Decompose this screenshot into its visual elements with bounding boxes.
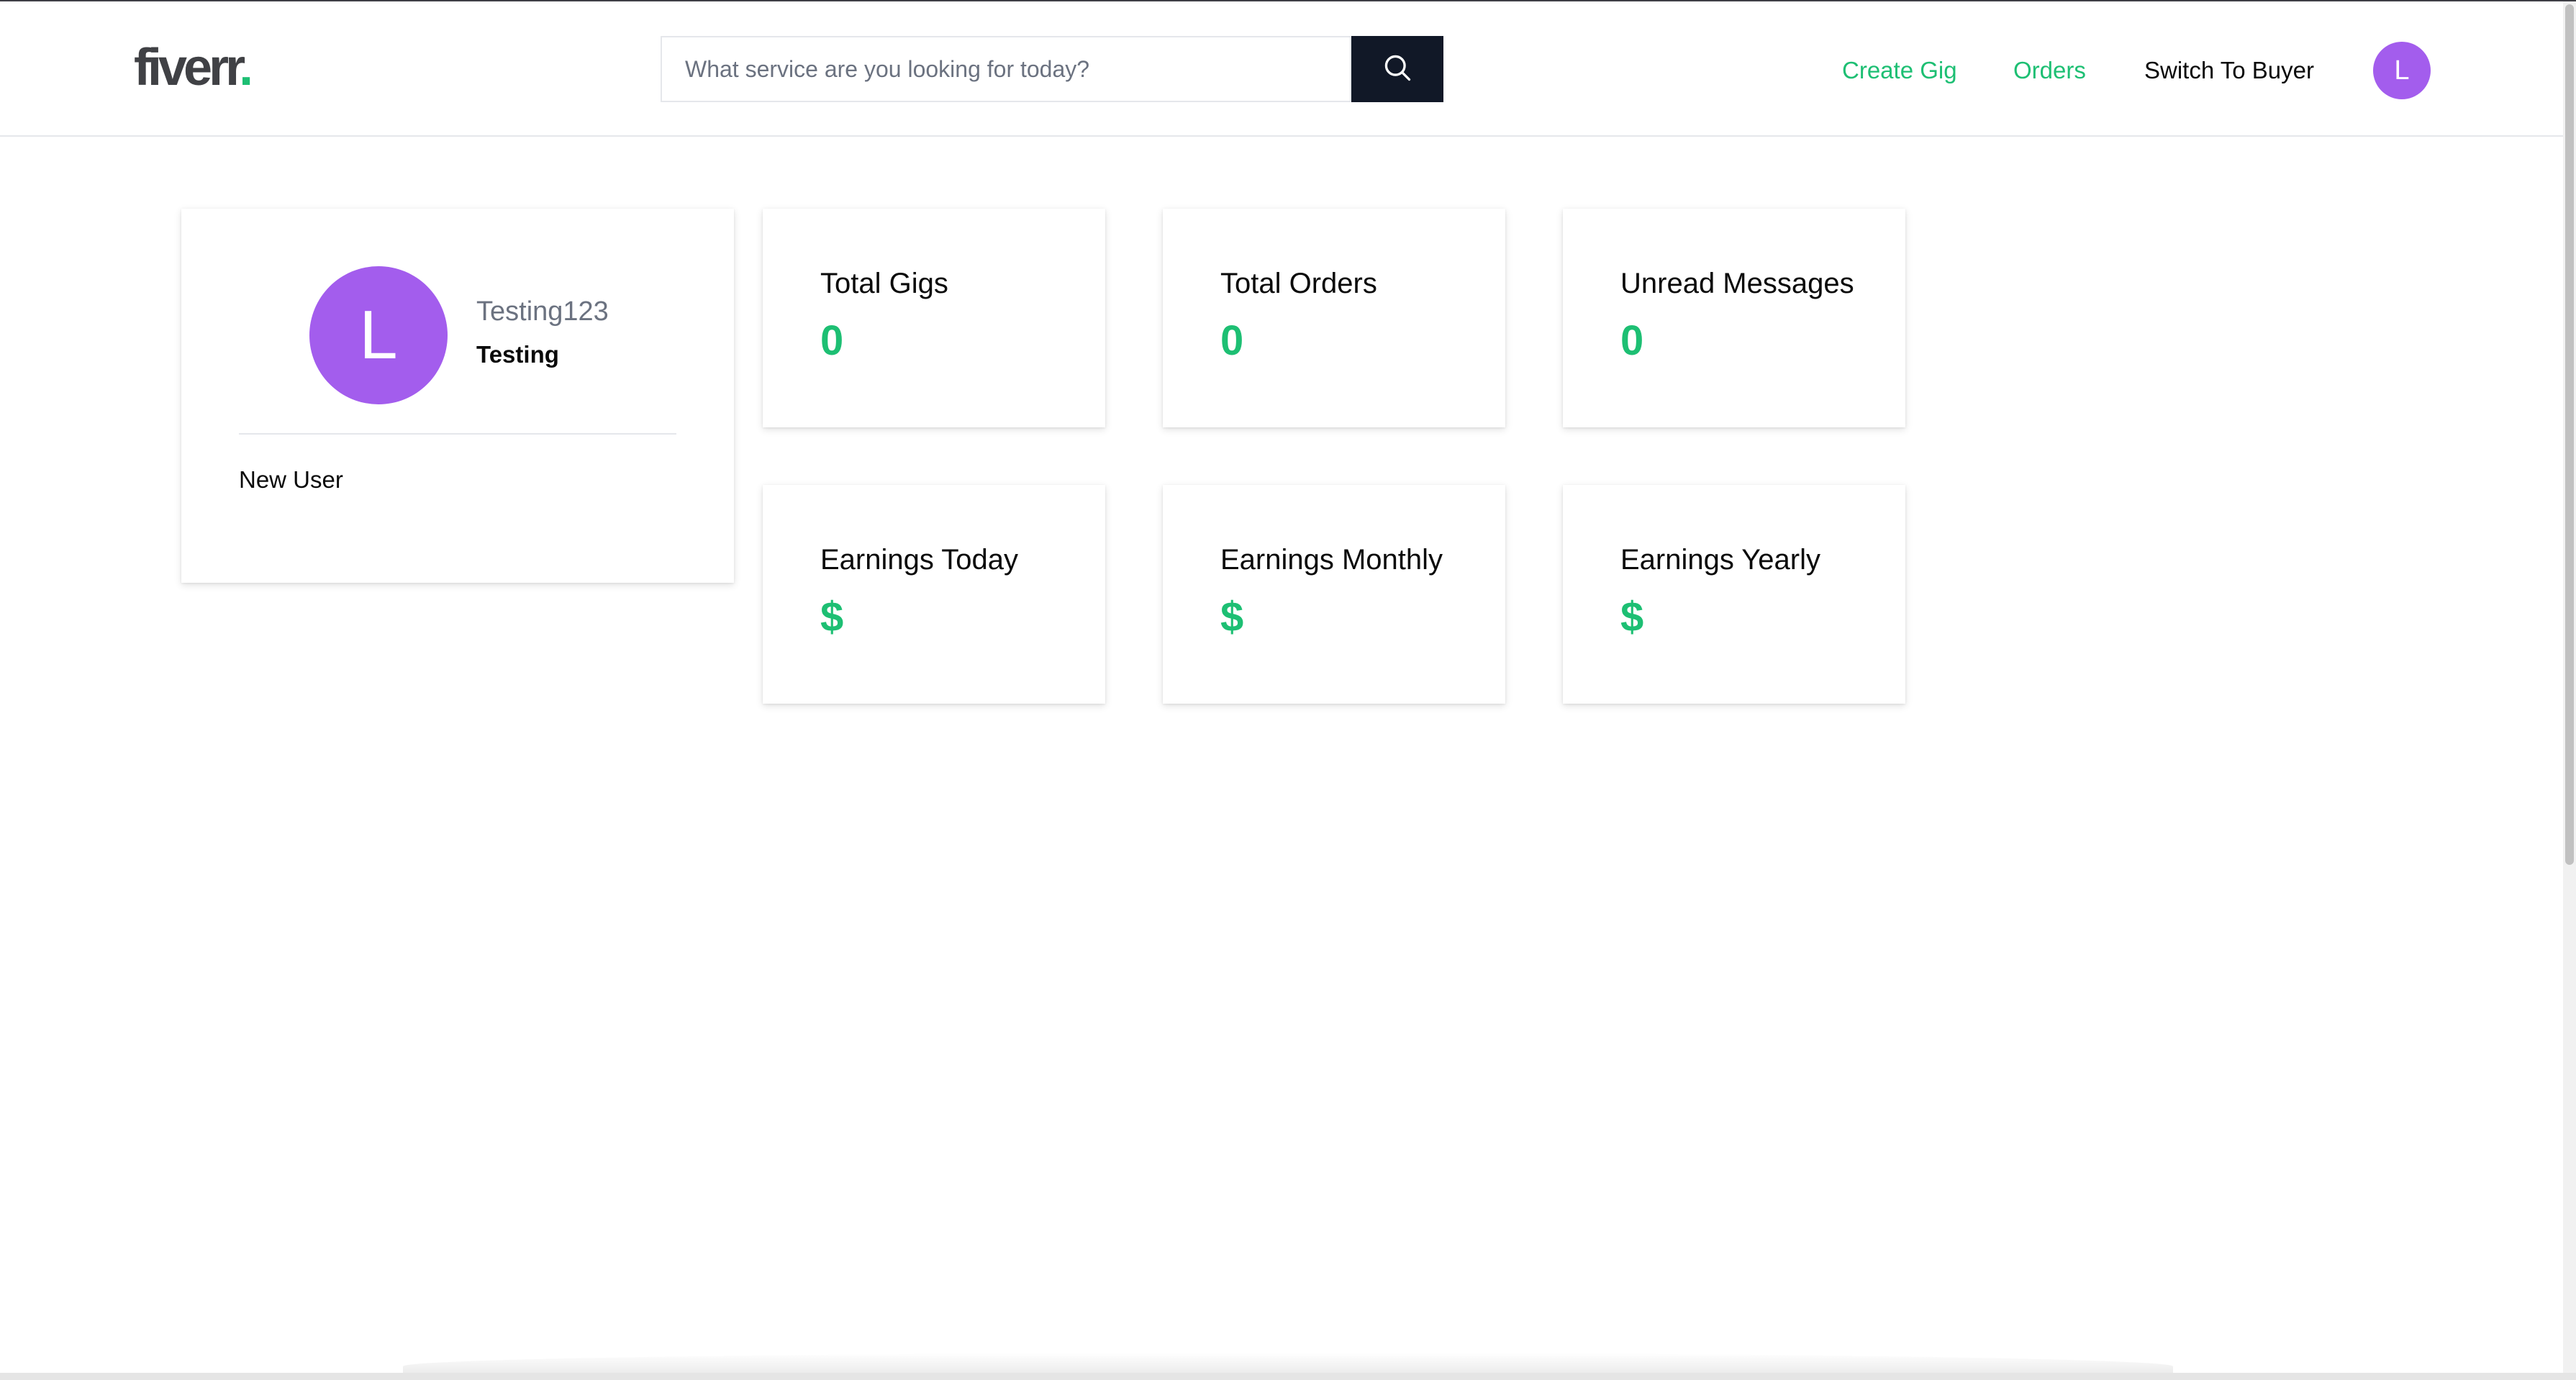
window-bottom-edge (0, 1373, 2576, 1380)
stat-label: Earnings Yearly (1620, 544, 1820, 576)
stat-label: Earnings Today (820, 544, 1018, 576)
profile-avatar: L (309, 266, 448, 404)
search-box (661, 36, 1351, 102)
logo-text: fiverr (134, 39, 242, 96)
stat-card-total-orders: Total Orders 0 (1163, 209, 1505, 427)
profile-avatar-initial: L (359, 296, 398, 373)
profile-description: New User (239, 466, 343, 493)
search-input[interactable] (662, 37, 1350, 101)
search-icon (1382, 52, 1413, 87)
stat-card-total-gigs: Total Gigs 0 (763, 209, 1105, 427)
stat-label: Earnings Monthly (1220, 544, 1443, 576)
user-avatar-button[interactable]: L (2373, 42, 2431, 99)
orders-link[interactable]: Orders (2013, 53, 2086, 88)
switch-to-buyer-link[interactable]: Switch To Buyer (2144, 53, 2314, 88)
stat-card-earnings-yearly: Earnings Yearly $ (1563, 485, 1905, 704)
profile-card: L Testing123 Testing New User (181, 209, 734, 583)
stat-value: 0 (1220, 317, 1244, 364)
search-button[interactable] (1351, 36, 1443, 102)
stat-label: Total Gigs (820, 268, 948, 299)
profile-divider (239, 433, 676, 435)
profile-username: Testing123 (476, 296, 609, 327)
logo-dot: . (239, 39, 253, 96)
stat-value: $ (1220, 594, 1244, 640)
navbar: fiverr. Create Gig Orders Switch To Buye… (0, 1, 2576, 137)
stat-value: $ (1620, 594, 1644, 640)
profile-full-name: Testing (476, 341, 559, 368)
stat-label: Unread Messages (1620, 268, 1854, 299)
stat-value: $ (820, 594, 844, 640)
fiverr-logo[interactable]: fiverr. (134, 39, 253, 96)
scrollbar-thumb[interactable] (2565, 4, 2574, 865)
stat-value: 0 (1620, 317, 1644, 364)
create-gig-link[interactable]: Create Gig (1842, 53, 1957, 88)
stat-card-earnings-monthly: Earnings Monthly $ (1163, 485, 1505, 704)
stat-label: Total Orders (1220, 268, 1377, 299)
stat-value: 0 (820, 317, 844, 364)
avatar-initial: L (2394, 55, 2410, 86)
stat-card-earnings-today: Earnings Today $ (763, 485, 1105, 704)
stat-card-unread-messages: Unread Messages 0 (1563, 209, 1905, 427)
